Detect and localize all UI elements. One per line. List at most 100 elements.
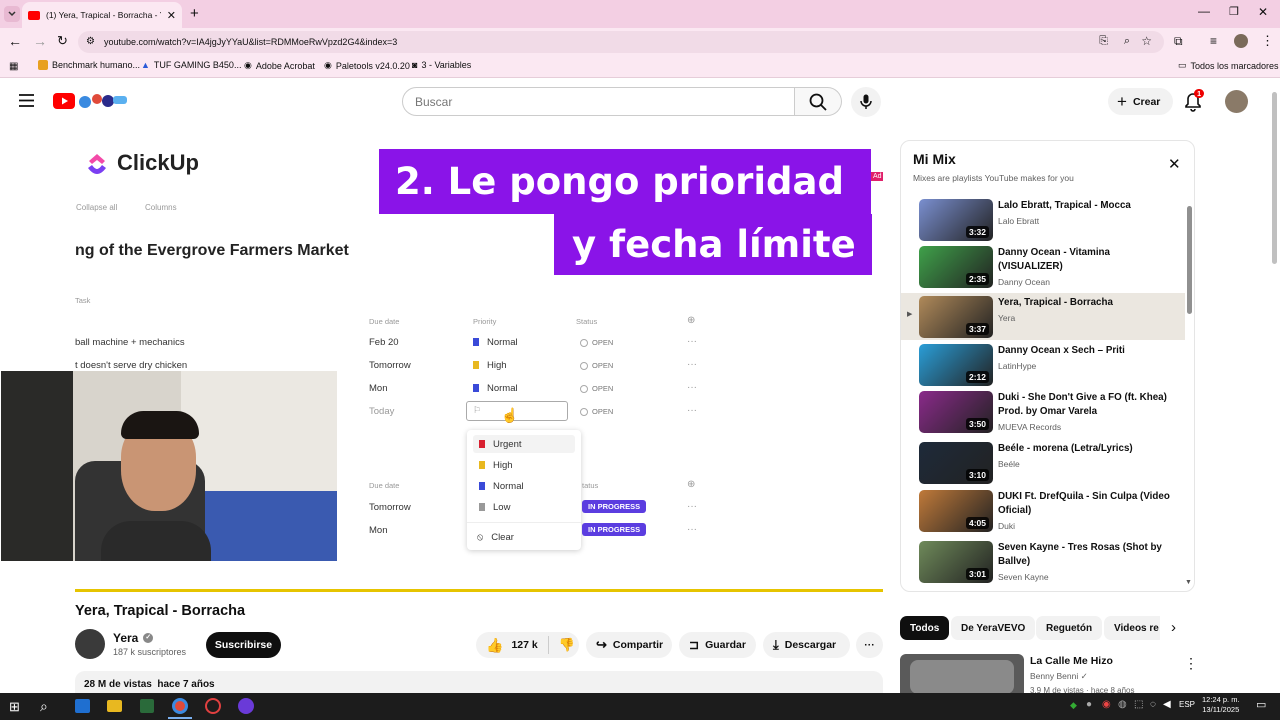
playlist-scrollbar[interactable] [1187, 206, 1192, 314]
app-icon[interactable] [205, 698, 221, 714]
playlist-item[interactable]: 3:10 Beéle - morena (Letra/Lyrics) Beéle [901, 439, 1185, 486]
search-button[interactable] [795, 87, 842, 116]
chip-videos-relacionados[interactable]: Videos re [1104, 616, 1160, 640]
scroll-down-icon[interactable]: ▼ [1185, 579, 1192, 586]
tray-icon[interactable]: ◆ [1070, 700, 1077, 711]
zoom-icon[interactable]: ⌕ [1124, 35, 1130, 48]
tab-close-icon[interactable]: ✕ [167, 9, 176, 22]
channel-avatar[interactable] [75, 629, 105, 659]
playlist-item-channel: Lalo Ebratt [998, 216, 1040, 226]
search-input[interactable]: Buscar [402, 87, 795, 116]
reading-list-icon[interactable]: ≡ [1210, 34, 1217, 48]
clock[interactable]: 12:24 p. m. 13/11/2025 [1202, 695, 1240, 715]
subscribe-button[interactable]: Suscribirse [206, 632, 281, 658]
extensions-icon[interactable]: ⧉ [1174, 34, 1183, 49]
address-bar[interactable]: ⚙ youtube.com/watch?v=IA4jgJyYYaU&list=R… [78, 31, 1164, 53]
more-actions-button[interactable]: ··· [856, 632, 883, 658]
view-count: 28 M de vistas hace 7 años [84, 679, 215, 690]
new-tab-button[interactable]: + [190, 5, 199, 22]
share-button[interactable]: ↪ Compartir [586, 632, 672, 658]
bookmark-2[interactable]: ◉ Adobe Acrobat [244, 60, 315, 71]
menu-icon[interactable]: ⋮ [1261, 33, 1274, 49]
playlist-item-title: Yera, Trapical - Borracha [998, 297, 1113, 308]
playlist-item[interactable]: 3:32 Lalo Ebratt, Trapical - Mocca Lalo Eb… [901, 196, 1185, 243]
playlist-item[interactable]: 3:01 Seven Kayne - Tres Rosas (Shot by Ba… [901, 538, 1185, 585]
apps-icon[interactable]: ▦ [9, 61, 18, 72]
more-vertical-icon[interactable]: ⋮ [1184, 655, 1198, 672]
forward-icon[interactable]: → [33, 33, 47, 49]
all-bookmarks[interactable]: ▭ Todos los marcadores [1178, 60, 1279, 71]
recommended-thumbnail[interactable] [900, 654, 1024, 694]
playlist-item-channel: Duki [998, 521, 1016, 531]
bookmark-1[interactable]: ▲ TUF GAMING B450... [141, 60, 241, 70]
channel-name-row[interactable]: Yera ✓ [113, 631, 154, 645]
bookmark-star-icon[interactable]: ☆ [1141, 34, 1152, 48]
language-indicator[interactable]: ESP [1179, 700, 1195, 709]
tab-search-button[interactable] [4, 6, 20, 22]
task-due: Today [369, 406, 395, 417]
more-icon: ··· [687, 524, 697, 535]
taskbar-search-icon[interactable]: ⌕ [40, 698, 48, 715]
tray-icon[interactable]: ◍ [1118, 699, 1127, 710]
profile-avatar[interactable] [1234, 34, 1248, 48]
columns-label: Columns [145, 203, 177, 212]
empty-flag-icon: ⚐ [473, 405, 482, 415]
playlist-item-title: Danny Ocean - Vitamina (VISUALIZER) [998, 247, 1110, 272]
playlist-thumbnail: 3:01 [919, 541, 993, 583]
save-button[interactable]: ⊐ Guardar [679, 632, 756, 658]
tray-icon[interactable]: ● [1086, 699, 1092, 710]
playlist-item-channel: LatinHype [998, 361, 1037, 371]
playlist-item[interactable]: 4:05 DUKI Ft. DrefQuila - Sin Culpa (Vide… [901, 487, 1185, 534]
chip-de-yeravevo[interactable]: De YeraVEVO [951, 616, 1036, 640]
tray-icon[interactable]: ⬚ [1134, 699, 1143, 710]
restore-button[interactable]: ❐ [1229, 5, 1239, 18]
youtube-logo[interactable] [53, 90, 128, 112]
webcam-overlay [1, 371, 337, 561]
page-scrollbar[interactable] [1272, 92, 1277, 264]
create-button[interactable]: + Crear [1108, 88, 1173, 115]
playlist-item-title: Beéle - morena (Letra/Lyrics) [998, 443, 1133, 454]
bookmark-0[interactable]: Benchmark humano... [38, 60, 140, 70]
app-icon[interactable] [238, 698, 254, 714]
recommended-title[interactable]: La Calle Me Hizo [1030, 655, 1113, 667]
bookmark-4[interactable]: ◙ 3 - Variables [412, 60, 471, 70]
hamburger-menu-icon[interactable] [19, 94, 34, 107]
volume-icon[interactable]: ◀ [1163, 699, 1171, 710]
file-explorer-icon[interactable] [107, 700, 122, 712]
account-avatar[interactable] [1225, 90, 1248, 113]
task-header: Task [75, 296, 91, 305]
minimize-button[interactable]: — [1198, 4, 1210, 18]
clickup-logo: ClickUp [85, 150, 199, 176]
windows-start-icon[interactable]: ⊞ [9, 699, 20, 715]
thumbs-up-icon: 👍 [486, 636, 504, 653]
playlist-item[interactable]: 2:35 Danny Ocean - Vitamina (VISUALIZER) D… [901, 243, 1185, 290]
bookmark-3[interactable]: ◉ Paletools v24.0.20 [324, 60, 410, 71]
browser-tab-active[interactable]: (1) Yera, Trapical - Borracha - Yo ✕ [22, 2, 182, 28]
notifications-button[interactable]: 1 [1184, 89, 1205, 112]
close-icon[interactable]: ✕ [1168, 155, 1181, 173]
close-window-button[interactable]: ✕ [1258, 5, 1268, 19]
app-icon[interactable] [140, 699, 154, 713]
playlist-item[interactable]: 2:12 Danny Ocean x Sech – Priti LatinHype [901, 341, 1185, 388]
like-button[interactable]: 👍 127 k [486, 637, 538, 654]
download-button[interactable]: ⤓ Descargar [763, 632, 850, 658]
chevron-down-icon [8, 11, 16, 17]
tray-icon[interactable]: ◌ [1150, 699, 1156, 710]
dislike-button[interactable]: 👎 [555, 637, 575, 653]
chip-todos[interactable]: Todos [900, 616, 950, 640]
back-icon[interactable]: ← [8, 33, 22, 49]
voice-search-button[interactable] [851, 87, 881, 117]
install-icon[interactable]: ⎘ [1099, 35, 1108, 48]
reload-icon[interactable]: ↻ [57, 33, 68, 49]
playlist-item[interactable]: 3:50 Duki - She Don't Give a FO (ft. Khea… [901, 388, 1185, 435]
chrome-icon[interactable] [172, 698, 188, 714]
status-header: Status [576, 317, 598, 326]
chips-next-icon[interactable]: › [1171, 619, 1176, 636]
chip-regueton[interactable]: Reguetón [1036, 616, 1103, 640]
playlist-item[interactable]: ▶ 3:37 Yera, Trapical - Borracha Yera [901, 293, 1185, 340]
tray-icon[interactable]: ◉ [1102, 699, 1111, 710]
outlook-icon[interactable] [75, 699, 90, 713]
notification-center-icon[interactable]: ▭ [1256, 698, 1266, 711]
ad-badge: Ad [871, 172, 883, 181]
site-info-icon[interactable]: ⚙ [86, 36, 95, 47]
